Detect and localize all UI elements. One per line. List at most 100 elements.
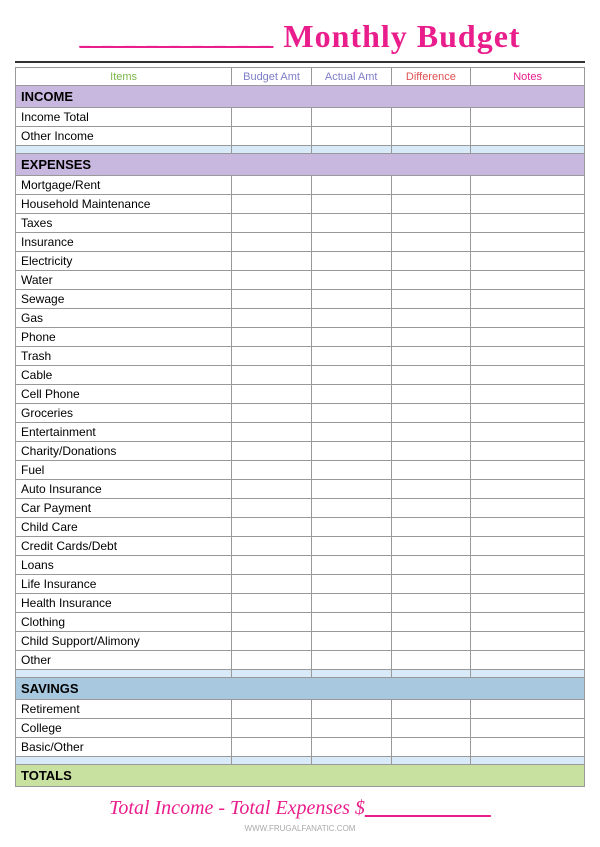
row-cell-notes[interactable] bbox=[471, 423, 585, 442]
row-cell-budget[interactable] bbox=[232, 404, 312, 423]
row-cell-notes[interactable] bbox=[471, 738, 585, 757]
row-cell-actual[interactable] bbox=[311, 651, 391, 670]
row-cell-budget[interactable] bbox=[232, 461, 312, 480]
row-cell-budget[interactable] bbox=[232, 738, 312, 757]
row-cell-budget[interactable] bbox=[232, 442, 312, 461]
row-cell-diff[interactable] bbox=[391, 537, 471, 556]
row-cell-budget[interactable] bbox=[232, 271, 312, 290]
row-cell-actual[interactable] bbox=[311, 404, 391, 423]
row-cell-budget[interactable] bbox=[232, 499, 312, 518]
row-cell-actual[interactable] bbox=[311, 195, 391, 214]
row-cell-actual[interactable] bbox=[311, 328, 391, 347]
row-cell-budget[interactable] bbox=[232, 575, 312, 594]
row-cell-budget[interactable] bbox=[232, 719, 312, 738]
row-cell-notes[interactable] bbox=[471, 613, 585, 632]
row-cell-budget[interactable] bbox=[232, 347, 312, 366]
row-cell-diff[interactable] bbox=[391, 423, 471, 442]
row-cell-diff[interactable] bbox=[391, 127, 471, 146]
row-cell-notes[interactable] bbox=[471, 108, 585, 127]
row-cell-budget[interactable] bbox=[232, 176, 312, 195]
row-cell-actual[interactable] bbox=[311, 537, 391, 556]
row-cell-diff[interactable] bbox=[391, 233, 471, 252]
row-cell-actual[interactable] bbox=[311, 214, 391, 233]
row-cell-actual[interactable] bbox=[311, 480, 391, 499]
row-cell-actual[interactable] bbox=[311, 518, 391, 537]
row-cell-diff[interactable] bbox=[391, 499, 471, 518]
row-cell-notes[interactable] bbox=[471, 442, 585, 461]
row-cell-budget[interactable] bbox=[232, 632, 312, 651]
row-cell-budget[interactable] bbox=[232, 328, 312, 347]
row-cell-diff[interactable] bbox=[391, 651, 471, 670]
row-cell-notes[interactable] bbox=[471, 499, 585, 518]
row-cell-notes[interactable] bbox=[471, 480, 585, 499]
row-cell-budget[interactable] bbox=[232, 290, 312, 309]
row-cell-diff[interactable] bbox=[391, 700, 471, 719]
row-cell-notes[interactable] bbox=[471, 328, 585, 347]
row-cell-diff[interactable] bbox=[391, 575, 471, 594]
row-cell-notes[interactable] bbox=[471, 385, 585, 404]
row-cell-diff[interactable] bbox=[391, 719, 471, 738]
row-cell-budget[interactable] bbox=[232, 537, 312, 556]
row-cell-budget[interactable] bbox=[232, 556, 312, 575]
row-cell-notes[interactable] bbox=[471, 404, 585, 423]
row-cell-actual[interactable] bbox=[311, 632, 391, 651]
row-cell-diff[interactable] bbox=[391, 214, 471, 233]
row-cell-actual[interactable] bbox=[311, 252, 391, 271]
row-cell-notes[interactable] bbox=[471, 214, 585, 233]
row-cell-diff[interactable] bbox=[391, 480, 471, 499]
row-cell-notes[interactable] bbox=[471, 700, 585, 719]
row-cell-actual[interactable] bbox=[311, 423, 391, 442]
row-cell-budget[interactable] bbox=[232, 651, 312, 670]
row-cell-diff[interactable] bbox=[391, 290, 471, 309]
row-cell-notes[interactable] bbox=[471, 252, 585, 271]
row-cell-budget[interactable] bbox=[232, 195, 312, 214]
row-cell-budget[interactable] bbox=[232, 423, 312, 442]
row-cell-diff[interactable] bbox=[391, 328, 471, 347]
row-cell-budget[interactable] bbox=[232, 480, 312, 499]
row-cell-actual[interactable] bbox=[311, 108, 391, 127]
row-cell-actual[interactable] bbox=[311, 127, 391, 146]
row-cell-actual[interactable] bbox=[311, 309, 391, 328]
row-cell-actual[interactable] bbox=[311, 738, 391, 757]
row-cell-diff[interactable] bbox=[391, 347, 471, 366]
row-cell-actual[interactable] bbox=[311, 499, 391, 518]
row-cell-actual[interactable] bbox=[311, 385, 391, 404]
row-cell-notes[interactable] bbox=[471, 233, 585, 252]
row-cell-notes[interactable] bbox=[471, 176, 585, 195]
row-cell-actual[interactable] bbox=[311, 700, 391, 719]
row-cell-diff[interactable] bbox=[391, 594, 471, 613]
row-cell-budget[interactable] bbox=[232, 385, 312, 404]
row-cell-notes[interactable] bbox=[471, 366, 585, 385]
row-cell-notes[interactable] bbox=[471, 537, 585, 556]
row-cell-actual[interactable] bbox=[311, 233, 391, 252]
row-cell-budget[interactable] bbox=[232, 214, 312, 233]
row-cell-notes[interactable] bbox=[471, 271, 585, 290]
row-cell-diff[interactable] bbox=[391, 442, 471, 461]
row-cell-diff[interactable] bbox=[391, 632, 471, 651]
row-cell-notes[interactable] bbox=[471, 594, 585, 613]
row-cell-diff[interactable] bbox=[391, 366, 471, 385]
row-cell-actual[interactable] bbox=[311, 366, 391, 385]
row-cell-diff[interactable] bbox=[391, 309, 471, 328]
row-cell-diff[interactable] bbox=[391, 252, 471, 271]
row-cell-notes[interactable] bbox=[471, 347, 585, 366]
row-cell-actual[interactable] bbox=[311, 556, 391, 575]
row-cell-actual[interactable] bbox=[311, 594, 391, 613]
row-cell-diff[interactable] bbox=[391, 518, 471, 537]
row-cell-notes[interactable] bbox=[471, 632, 585, 651]
row-cell-notes[interactable] bbox=[471, 651, 585, 670]
row-cell-budget[interactable] bbox=[232, 252, 312, 271]
row-cell-actual[interactable] bbox=[311, 442, 391, 461]
row-cell-diff[interactable] bbox=[391, 404, 471, 423]
row-cell-diff[interactable] bbox=[391, 461, 471, 480]
row-cell-actual[interactable] bbox=[311, 613, 391, 632]
row-cell-diff[interactable] bbox=[391, 108, 471, 127]
row-cell-actual[interactable] bbox=[311, 176, 391, 195]
row-cell-budget[interactable] bbox=[232, 613, 312, 632]
row-cell-budget[interactable] bbox=[232, 233, 312, 252]
row-cell-budget[interactable] bbox=[232, 366, 312, 385]
row-cell-budget[interactable] bbox=[232, 108, 312, 127]
row-cell-budget[interactable] bbox=[232, 594, 312, 613]
row-cell-notes[interactable] bbox=[471, 290, 585, 309]
row-cell-notes[interactable] bbox=[471, 556, 585, 575]
